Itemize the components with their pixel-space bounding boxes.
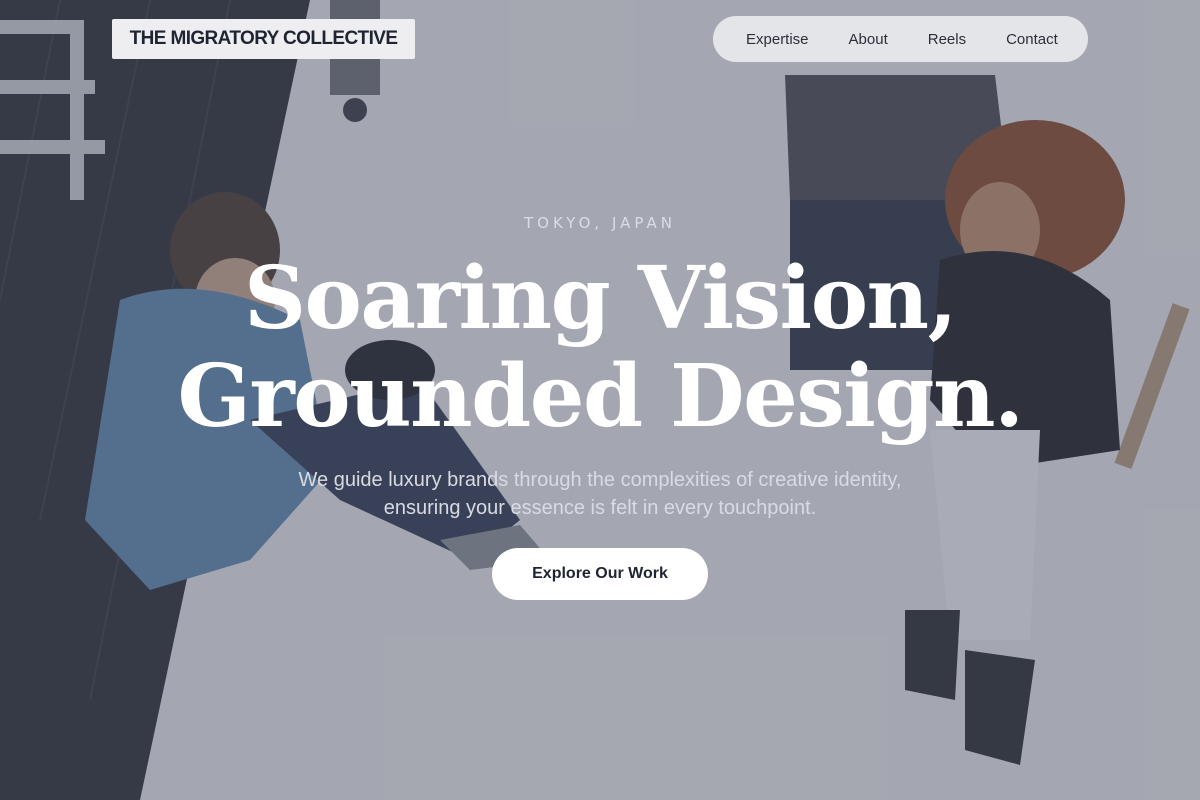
hero-location-kicker: TOKYO, JAPAN: [524, 214, 676, 232]
hero-subtitle-line-2: ensuring your essence is felt in every t…: [383, 497, 817, 519]
brand-logo[interactable]: THE MIGRATORY COLLECTIVE: [112, 19, 415, 59]
hero-headline-line-1: Soaring Vision,: [243, 248, 958, 349]
hero-headline-line-2: Grounded Design.: [177, 346, 1024, 447]
explore-our-work-button[interactable]: Explore Our Work: [492, 548, 708, 600]
nav-item-reels[interactable]: Reels: [908, 25, 986, 54]
main-navigation: Expertise About Reels Contact: [713, 16, 1088, 62]
hero-headline: Soaring Vision, Grounded Design.: [0, 250, 1200, 446]
hero-subtitle: We guide luxury brands through the compl…: [0, 466, 1200, 522]
brand-logo-text: THE MIGRATORY COLLECTIVE: [129, 28, 398, 49]
nav-item-contact[interactable]: Contact: [986, 25, 1078, 54]
nav-item-about[interactable]: About: [829, 25, 908, 54]
hero-subtitle-line-1: We guide luxury brands through the compl…: [298, 469, 902, 491]
landing-page: THE MIGRATORY COLLECTIVE Expertise About…: [0, 0, 1200, 800]
nav-item-expertise[interactable]: Expertise: [726, 25, 829, 54]
